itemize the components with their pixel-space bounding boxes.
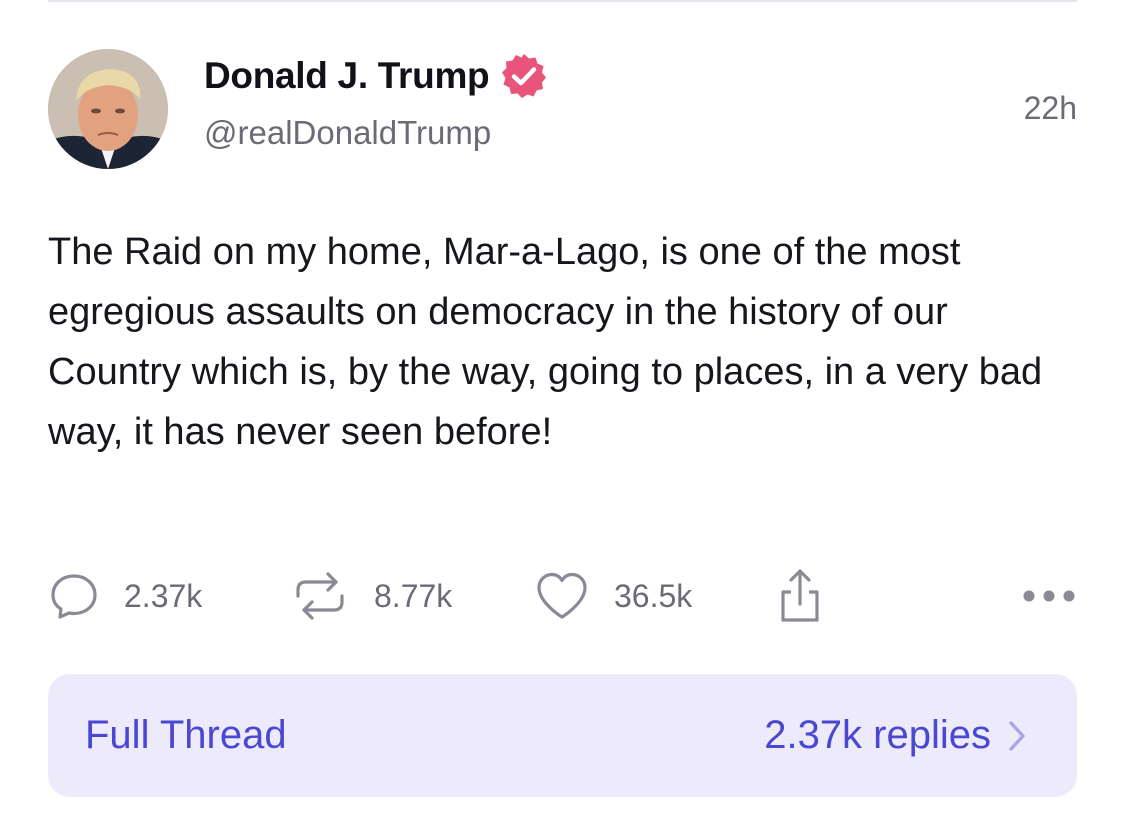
post-body-text: The Raid on my home, Mar-a-Lago, is one …	[48, 231, 1043, 453]
author-name-row: Donald J. Trump	[204, 54, 549, 98]
more-options-button[interactable]	[1021, 566, 1077, 626]
post-timestamp: 22h	[1023, 90, 1077, 126]
heart-icon	[537, 572, 587, 619]
like-button[interactable]: 36.5k	[534, 566, 692, 626]
share-button[interactable]	[774, 566, 826, 626]
chevron-right-icon	[1009, 720, 1025, 751]
reply-count: 2.37k	[124, 577, 203, 614]
thread-replies-count: 2.37k replies	[764, 713, 991, 757]
post-actions-bar: 2.37k 8.77k 36.5k	[48, 566, 1077, 626]
avatar-photo	[48, 49, 168, 169]
like-count: 36.5k	[614, 577, 693, 614]
reply-button[interactable]: 2.37k	[48, 566, 202, 626]
verified-badge-icon	[502, 54, 547, 98]
post-card: Donald J. Trump @realDonaldTrump 22h The…	[0, 0, 1125, 830]
repost-count: 8.77k	[374, 577, 453, 614]
thread-replies-group: 2.37k replies	[764, 713, 1027, 758]
full-thread-button[interactable]: Full Thread 2.37k replies	[48, 674, 1077, 797]
author-display-name[interactable]: Donald J. Trump	[204, 55, 490, 97]
avatar[interactable]	[48, 49, 168, 169]
repost-arrows-icon	[296, 572, 344, 620]
author-handle[interactable]: @realDonaldTrump	[204, 114, 491, 152]
full-thread-label: Full Thread	[85, 713, 287, 757]
more-dots-icon	[1023, 590, 1075, 602]
repost-button[interactable]: 8.77k	[290, 566, 452, 626]
comment-bubble-icon	[51, 574, 97, 619]
share-icon	[781, 569, 819, 622]
